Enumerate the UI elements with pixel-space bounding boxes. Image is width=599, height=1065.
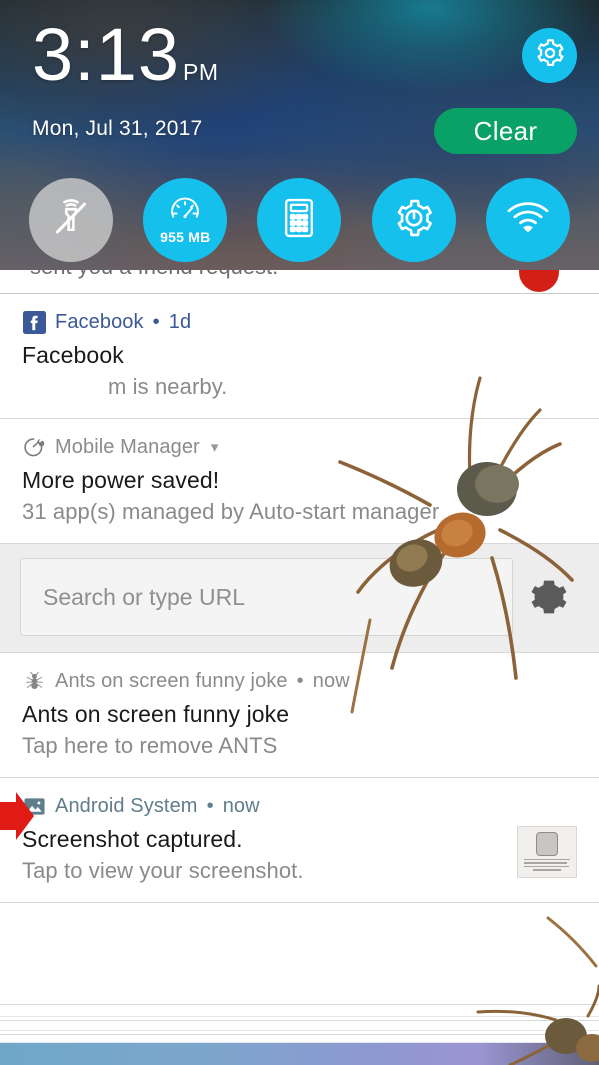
notification-header: Ants on screen funny joke • now <box>22 669 577 693</box>
search-input[interactable] <box>20 558 513 636</box>
clock-date: Mon, Jul 31, 2017 <box>32 117 203 140</box>
clock-ampm: PM <box>183 59 219 85</box>
notification-app-name: Mobile Manager <box>55 435 200 458</box>
notification-title: Ants on screen funny joke <box>22 701 290 727</box>
notification-title: Screenshot captured. <box>22 826 243 852</box>
settings-tuner-toggle-circle[interactable] <box>371 178 456 262</box>
facebook-icon <box>22 310 46 334</box>
speedometer-icon <box>167 195 203 228</box>
notification-title: More power saved! <box>22 467 220 493</box>
notification-body: Tap to view your screenshot. <box>22 858 304 883</box>
chevron-down-icon[interactable]: ▾ <box>211 438 219 456</box>
calculator-toggle-circle[interactable] <box>257 178 342 262</box>
thumbnail-app-icon <box>536 831 558 856</box>
notification-app-name: Android System <box>55 794 198 817</box>
calculator-icon <box>279 196 319 245</box>
quick-toggle-settings-tuner[interactable] <box>371 178 456 262</box>
notification-header: Facebook • 1d <box>22 310 577 334</box>
browser-search-widget <box>0 544 599 653</box>
screenshot-thumbnail[interactable] <box>517 826 577 878</box>
notification-time: now <box>312 669 350 692</box>
settings-shortcut-button[interactable] <box>522 28 577 83</box>
notification-android-system[interactable]: Android System • now Screenshot captured… <box>0 778 599 903</box>
notification-facebook[interactable]: Facebook • 1d Facebook m is nearby. <box>0 294 599 419</box>
stack-line[interactable] <box>0 1034 599 1043</box>
notification-ants-on-screen[interactable]: Ants on screen funny joke • now Ants on … <box>0 653 599 778</box>
clock-time-value: 3:13 <box>32 13 181 96</box>
quick-settings-header: 3:13 PM Mon, Jul 31, 2017 Clear 955 MB <box>0 0 599 270</box>
thumbnail-caption-lines <box>524 858 570 873</box>
wifi-toggle-circle[interactable] <box>485 178 570 262</box>
clock-time: 3:13 PM <box>32 14 219 113</box>
browser-settings-gear-icon[interactable] <box>527 575 571 619</box>
notification-separator: • <box>152 310 160 333</box>
quick-toggle-row: 955 MB <box>0 174 599 266</box>
notification-separator: • <box>296 669 304 692</box>
notification-separator: • <box>206 794 214 817</box>
clipped-notification-badge <box>519 270 559 292</box>
memory-boost-toggle-circle[interactable]: 955 MB <box>139 174 232 266</box>
notification-body: 31 app(s) managed by Auto-start manager <box>22 499 440 524</box>
notification-header: Mobile Manager ▾ <box>22 435 577 459</box>
collapsed-notification-stack <box>0 990 599 1065</box>
notification-app-name: Facebook <box>55 310 144 333</box>
image-icon <box>22 794 46 818</box>
clipped-notification-text: sent you a friend request. <box>30 270 278 280</box>
flashlight-off-icon <box>49 196 93 245</box>
notification-app-name: Ants on screen funny joke <box>55 669 288 692</box>
quick-toggle-memory-boost[interactable]: 955 MB <box>139 174 232 266</box>
clear-all-button[interactable]: Clear <box>434 108 577 154</box>
notification-time: now <box>222 794 260 817</box>
notification-body: Tap here to remove ANTS <box>22 733 278 758</box>
quick-toggle-flashlight[interactable] <box>29 178 114 262</box>
stack-line[interactable] <box>0 1020 599 1031</box>
gear-gauge-icon <box>393 197 435 244</box>
notification-shade: 3:13 PM Mon, Jul 31, 2017 Clear 955 MB F… <box>0 0 599 1065</box>
quick-toggle-wifi[interactable] <box>485 178 570 262</box>
flashlight-toggle-circle[interactable] <box>29 178 114 262</box>
notification-list: sent you a friend request. Facebook • 1d… <box>0 270 599 1065</box>
notification-body: m is nearby. <box>108 374 228 399</box>
clock-block: 3:13 PM Mon, Jul 31, 2017 <box>32 14 219 141</box>
mobile-manager-icon <box>22 435 46 459</box>
gear-icon <box>534 37 566 74</box>
notification-clipped-top[interactable]: sent you a friend request. <box>0 270 599 294</box>
ant-icon <box>22 669 46 693</box>
stack-line[interactable] <box>0 1004 599 1017</box>
notification-title: Facebook <box>22 342 124 368</box>
memory-usage-label: 955 MB <box>160 229 211 245</box>
wifi-icon <box>506 200 550 241</box>
quick-toggle-calculator[interactable] <box>257 178 342 262</box>
notification-header: Android System • now <box>22 794 577 818</box>
notification-mobile-manager[interactable]: Mobile Manager ▾ More power saved! 31 ap… <box>0 419 599 544</box>
wallpaper-peek <box>0 1043 599 1065</box>
notification-time: 1d <box>168 310 192 333</box>
